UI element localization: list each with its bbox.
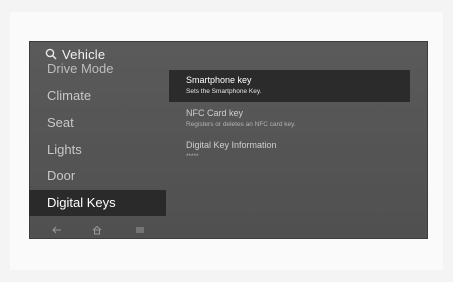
sidebar-item-digital-keys[interactable]: Digital Keys	[29, 190, 166, 216]
sidebar-item-drive-mode[interactable]: Drive Mode	[29, 56, 166, 82]
list-item-subtitle: Registers or deletes an NFC card key.	[186, 121, 296, 128]
list-item-digital-key-information[interactable]: Digital Key Information *****	[169, 135, 410, 167]
sidebar-item-climate[interactable]: Climate	[29, 83, 166, 109]
sidebar-item-label: Digital Keys	[47, 195, 116, 210]
settings-list: Smartphone key Sets the Smartphone Key. …	[169, 67, 428, 239]
back-icon[interactable]	[51, 225, 63, 235]
sidebar-item-lights[interactable]: Lights	[29, 137, 166, 163]
sidebar: Drive Mode Climate Seat Lights Door Digi…	[29, 61, 169, 239]
bottom-nav-bar	[29, 221, 166, 239]
menu-icon[interactable]	[134, 225, 146, 235]
sidebar-item-label: Climate	[47, 88, 92, 103]
sidebar-item-label: Seat	[47, 115, 74, 130]
sidebar-item-door[interactable]: Door	[29, 163, 166, 189]
list-item-subtitle: Sets the Smartphone Key.	[186, 88, 262, 95]
sidebar-item-label: Lights	[47, 142, 82, 157]
list-item-title: NFC Card key	[186, 108, 244, 118]
sidebar-item-seat[interactable]: Seat	[29, 110, 166, 136]
list-item-nfc-card-key[interactable]: NFC Card key Registers or deletes an NFC…	[169, 103, 410, 135]
home-icon[interactable]	[91, 225, 103, 235]
list-item-subtitle: *****	[186, 153, 199, 160]
sidebar-item-label: Door	[47, 168, 76, 183]
sidebar-item-label: Drive Mode	[47, 61, 114, 76]
list-item-title: Digital Key Information	[186, 140, 277, 150]
infotainment-screen: Vehicle Drive Mode Climate Seat Lights D…	[29, 41, 428, 239]
list-item-smartphone-key[interactable]: Smartphone key Sets the Smartphone Key.	[169, 70, 410, 102]
list-item-title: Smartphone key	[186, 75, 252, 85]
